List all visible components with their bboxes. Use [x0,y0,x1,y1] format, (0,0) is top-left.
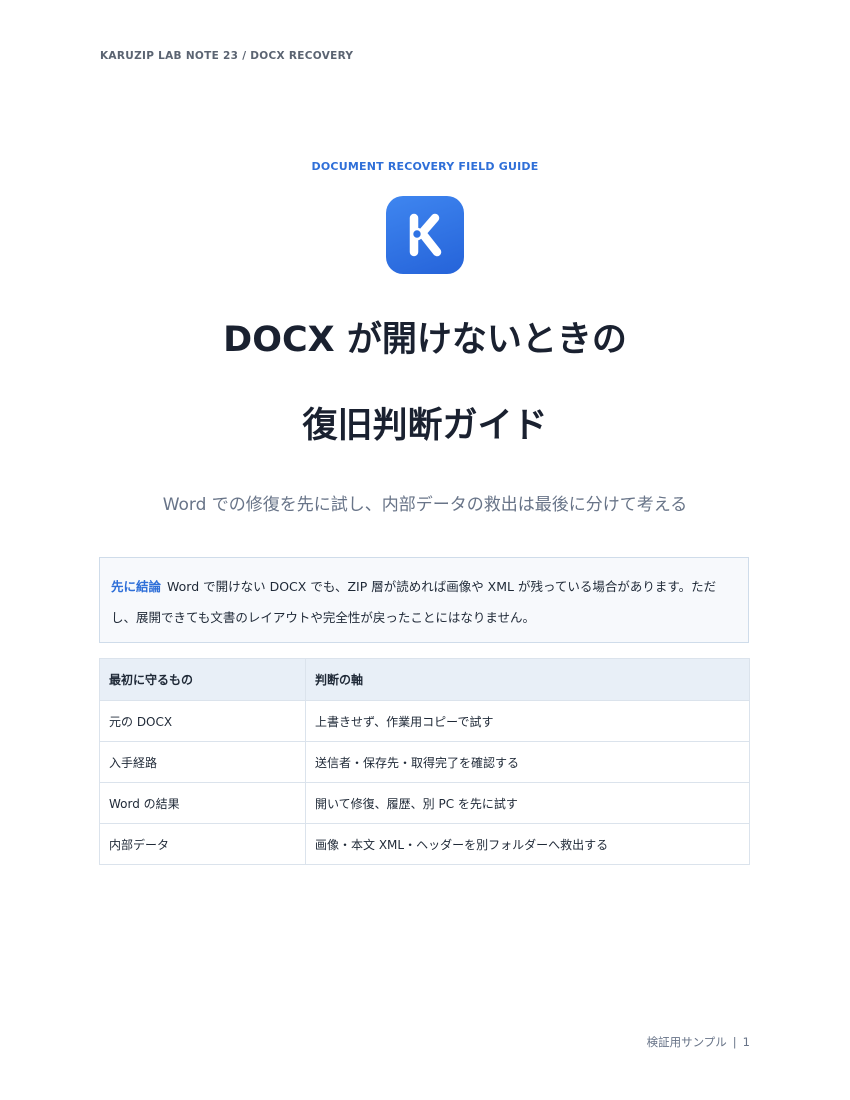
table-row: 内部データ 画像・本文 XML・ヘッダーを別フォルダーへ救出する [99,823,750,865]
callout-lead: 先に結論 [111,579,162,594]
column-header: 判断の軸 [305,658,750,701]
table-row: 元の DOCX 上書きせず、作業用コピーで試す [99,700,750,742]
page-title-line-2: 復旧判断ガイド [302,406,548,446]
table-cell: 開いて修復、履歴、別 PC を先に試す [305,782,750,824]
table-cell: 元の DOCX [99,700,306,742]
table-row: 入手経路 送信者・保存先・取得完了を確認する [99,741,750,783]
table-cell: 画像・本文 XML・ヘッダーを別フォルダーへ救出する [305,823,750,865]
footer-separator: | [732,1035,737,1049]
callout-text: Word で開けない DOCX でも、ZIP 層が読めれば画像や XML が残っ… [111,579,717,625]
footer-label: 検証用サンプル [646,1035,727,1049]
karuzip-k-logo-icon [386,196,464,274]
column-header: 最初に守るもの [99,658,306,701]
table-cell: 入手経路 [99,741,306,783]
table-cell: Word の結果 [99,782,306,824]
page-number: 1 [742,1035,750,1049]
guidance-table: 最初に守るもの 判断の軸 元の DOCX 上書きせず、作業用コピーで試す 入手経… [99,658,750,865]
k-glyph-icon [409,213,442,257]
conclusion-callout: 先に結論 Word で開けない DOCX でも、ZIP 層が読めれば画像や XML… [99,557,749,643]
table-row: Word の結果 開いて修復、履歴、別 PC を先に試す [99,782,750,824]
page-title-line-1: DOCX が開けないときの [223,320,627,360]
page-footer: 検証用サンプル | 1 [647,1034,750,1050]
subtitle: Word での修復を先に試し、内部データの救出は最後に分けて考える [162,495,688,515]
table-cell: 上書きせず、作業用コピーで試す [305,700,750,742]
table-cell: 送信者・保存先・取得完了を確認する [305,741,750,783]
running-head: KARUZIP LAB NOTE 23 / DOCX RECOVERY [100,50,354,62]
table-cell: 内部データ [99,823,306,865]
eyebrow-label: DOCUMENT RECOVERY FIELD GUIDE [311,160,539,173]
table-header-row: 最初に守るもの 判断の軸 [99,658,750,701]
